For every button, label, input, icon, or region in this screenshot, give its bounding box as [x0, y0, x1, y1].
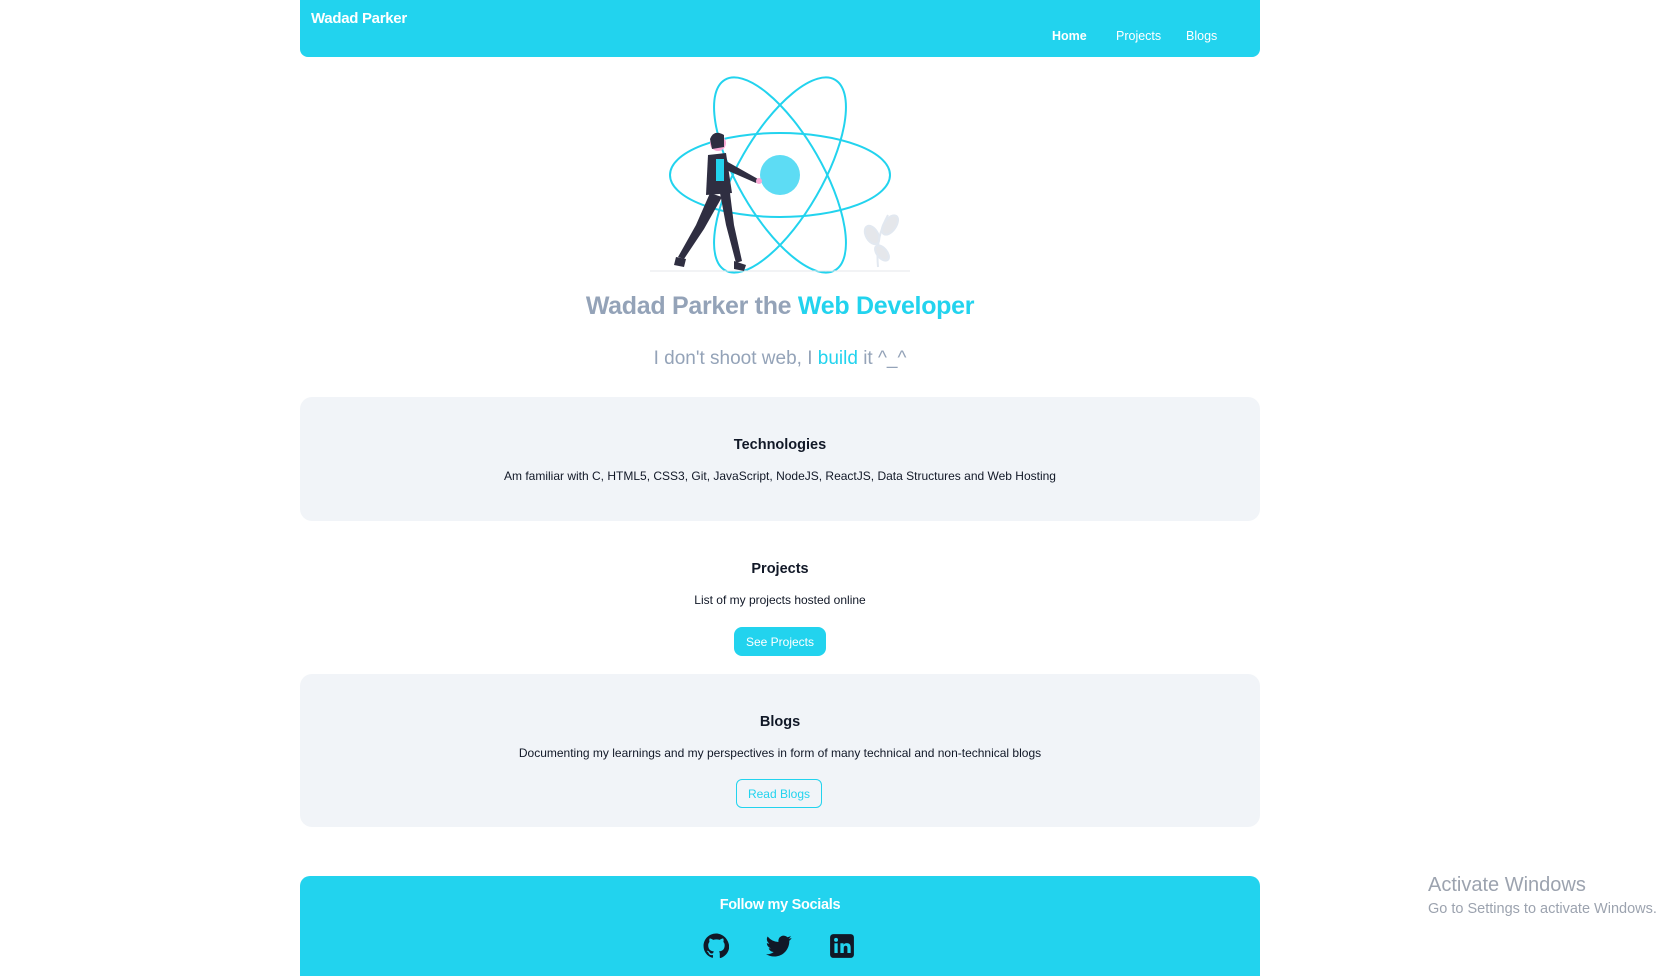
nav-blogs-link[interactable]: Blogs: [1186, 29, 1217, 43]
twitter-icon[interactable]: [766, 933, 792, 959]
activate-windows-subtitle: Go to Settings to activate Windows.: [1428, 901, 1657, 917]
linkedin-icon[interactable]: [829, 933, 855, 959]
technologies-text: Am familiar with C, HTML5, CSS3, Git, Ja…: [504, 469, 1056, 483]
projects-title: Projects: [751, 561, 809, 577]
nav-home-link[interactable]: Home: [1052, 29, 1087, 43]
hero-subtitle-prefix: I don't shoot web, I: [653, 348, 818, 369]
nav-projects-link[interactable]: Projects: [1116, 29, 1161, 43]
read-blogs-button[interactable]: Read Blogs: [736, 779, 822, 808]
navbar: Wadad Parker Home Projects Blogs: [300, 0, 1260, 57]
footer-title: Follow my Socials: [719, 897, 841, 913]
see-projects-button[interactable]: See Projects: [734, 627, 826, 656]
projects-text: List of my projects hosted online: [694, 593, 866, 607]
hero-title-accent: Web Developer: [797, 292, 975, 320]
hero-subtitle-suffix: it ^_^: [857, 348, 907, 369]
projects-section: Projects List of my projects hosted onli…: [300, 540, 1260, 670]
technologies-card: Technologies Am familiar with C, HTML5, …: [300, 397, 1260, 521]
hero-subtitle: I don't shoot web, I build it ^_^: [300, 348, 1260, 370]
github-icon[interactable]: [703, 933, 729, 959]
brand-name[interactable]: Wadad Parker: [311, 10, 407, 27]
technologies-title: Technologies: [733, 437, 827, 453]
blogs-text: Documenting my learnings and my perspect…: [518, 746, 1042, 760]
footer: Follow my Socials: [300, 876, 1260, 976]
hero-title: Wadad Parker the Web Developer: [300, 292, 1260, 321]
activate-windows-title: Activate Windows: [1428, 874, 1586, 896]
react-atom-illustration: [650, 76, 910, 274]
blogs-card: Blogs Documenting my learnings and my pe…: [300, 674, 1260, 827]
hero-title-prefix: Wadad Parker the: [585, 292, 798, 320]
hero-subtitle-accent: build: [817, 348, 858, 369]
blogs-title: Blogs: [759, 714, 801, 730]
